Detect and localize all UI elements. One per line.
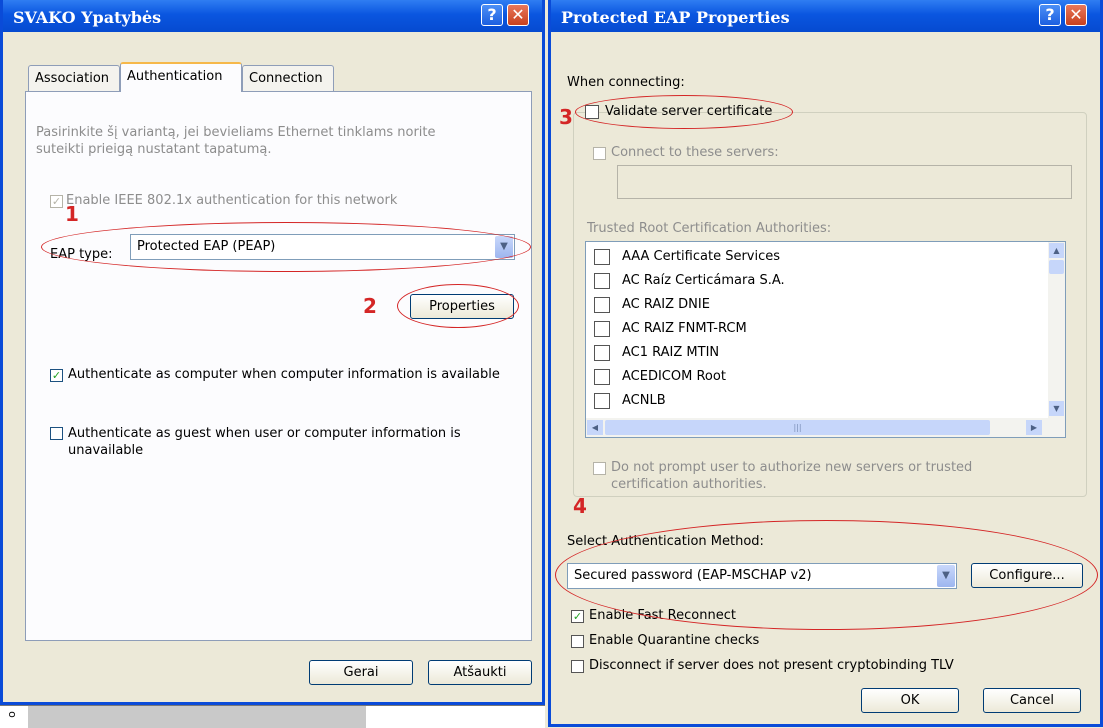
fast-reconnect-label: Enable Fast Reconnect	[589, 608, 736, 623]
ok-button[interactable]: Gerai	[309, 660, 413, 685]
when-connecting-label: When connecting:	[567, 75, 685, 90]
ca-checkbox[interactable]	[594, 369, 610, 385]
scroll-up-icon[interactable]: ▲	[1049, 243, 1064, 258]
scroll-down-icon[interactable]: ▼	[1049, 401, 1064, 416]
connect-servers-label: Connect to these servers:	[611, 145, 779, 160]
ca-checkbox[interactable]	[594, 345, 610, 361]
select-method-label: Select Authentication Method:	[567, 534, 764, 549]
trusted-root-label: Trusted Root Certification Authorities:	[587, 221, 832, 236]
do-not-prompt-checkbox[interactable]	[593, 462, 606, 475]
horizontal-scrollbar[interactable]: ◀ ||| ▶	[586, 418, 1065, 437]
eap-type-label: EAP type:	[50, 247, 113, 262]
scroll-left-icon[interactable]: ◀	[587, 420, 603, 435]
enable-8021x-checkbox[interactable]: ✓	[50, 195, 63, 208]
taskbar-strip: o	[0, 705, 545, 728]
help-icon[interactable]: ?	[1039, 4, 1061, 26]
tab-connection[interactable]: Connection	[242, 65, 334, 91]
annotation-number-2: 2	[363, 294, 377, 318]
cryptobinding-label: Disconnect if server does not present cr…	[589, 658, 954, 673]
chevron-down-icon[interactable]: ▼	[937, 565, 955, 587]
eap-type-select[interactable]: Protected EAP (PEAP) ▼	[130, 234, 515, 260]
vertical-scrollbar[interactable]: ▲ ▼	[1048, 242, 1065, 418]
servers-input[interactable]	[617, 165, 1072, 199]
ca-checkbox[interactable]	[594, 321, 610, 337]
chevron-down-icon[interactable]: ▼	[495, 236, 513, 258]
ca-checkbox[interactable]	[594, 393, 610, 409]
close-icon[interactable]: ✕	[507, 4, 529, 26]
auth-computer-checkbox[interactable]: ✓	[50, 369, 63, 382]
taskbar-fragment: o	[0, 706, 29, 728]
ca-list[interactable]: AAA Certificate Services AC Raíz Certicá…	[585, 241, 1066, 438]
auth-computer-label: Authenticate as computer when computer i…	[68, 367, 500, 382]
auth-method-value: Secured password (EAP-MSCHAP v2)	[574, 568, 812, 583]
right-dialog: Protected EAP Properties ? ✕ When connec…	[548, 0, 1103, 727]
quarantine-label: Enable Quarantine checks	[589, 633, 760, 648]
authentication-panel: Pasirinkite šį variantą, jei bevieliams …	[25, 91, 532, 641]
help-icon[interactable]: ?	[481, 4, 503, 26]
cancel-button[interactable]: Cancel	[983, 688, 1081, 713]
do-not-prompt-label: Do not prompt user to authorize new serv…	[611, 460, 973, 492]
horizontal-scroll-thumb[interactable]: |||	[605, 420, 990, 435]
close-icon[interactable]: ✕	[1065, 4, 1087, 26]
vertical-scroll-thumb[interactable]	[1049, 260, 1064, 274]
taskbar-gray-block	[28, 706, 366, 728]
tab-association[interactable]: Association	[28, 65, 120, 91]
validate-cert-label: Validate server certificate	[605, 104, 773, 119]
tab-authentication[interactable]: Authentication	[120, 62, 242, 92]
fast-reconnect-checkbox[interactable]: ✓	[571, 610, 584, 623]
annotation-number-3: 3	[559, 105, 573, 129]
ca-checkbox[interactable]	[594, 249, 610, 265]
ca-checkbox[interactable]	[594, 297, 610, 313]
left-titlebar[interactable]: SVAKO Ypatybės ? ✕	[3, 0, 542, 32]
ok-button[interactable]: OK	[861, 688, 959, 713]
quarantine-checkbox[interactable]	[571, 635, 584, 648]
ca-checkbox[interactable]	[594, 273, 610, 289]
annotation-number-4: 4	[573, 494, 587, 518]
annotation-number-1: 1	[65, 202, 79, 226]
left-title: SVAKO Ypatybės	[13, 8, 162, 27]
auth-guest-checkbox[interactable]	[50, 427, 63, 440]
validate-cert-checkbox[interactable]	[585, 105, 599, 119]
left-dialog: SVAKO Ypatybės ? ✕ Association Authentic…	[0, 0, 545, 705]
enable-8021x-label: Enable IEEE 802.1x authentication for th…	[66, 193, 398, 208]
right-title: Protected EAP Properties	[561, 8, 790, 27]
cancel-button[interactable]: Atšaukti	[428, 660, 532, 685]
properties-button[interactable]: Properties	[410, 294, 514, 319]
auth-guest-label: Authenticate as guest when user or compu…	[68, 426, 461, 458]
eap-type-value: Protected EAP (PEAP)	[137, 239, 276, 254]
right-titlebar[interactable]: Protected EAP Properties ? ✕	[551, 0, 1100, 32]
connect-servers-checkbox[interactable]	[593, 147, 606, 160]
description-text: Pasirinkite šį variantą, jei bevieliams …	[36, 125, 436, 157]
auth-method-select[interactable]: Secured password (EAP-MSCHAP v2) ▼	[567, 563, 957, 589]
configure-button[interactable]: Configure...	[971, 563, 1083, 588]
scroll-right-icon[interactable]: ▶	[1026, 420, 1042, 435]
cryptobinding-checkbox[interactable]	[571, 660, 584, 673]
